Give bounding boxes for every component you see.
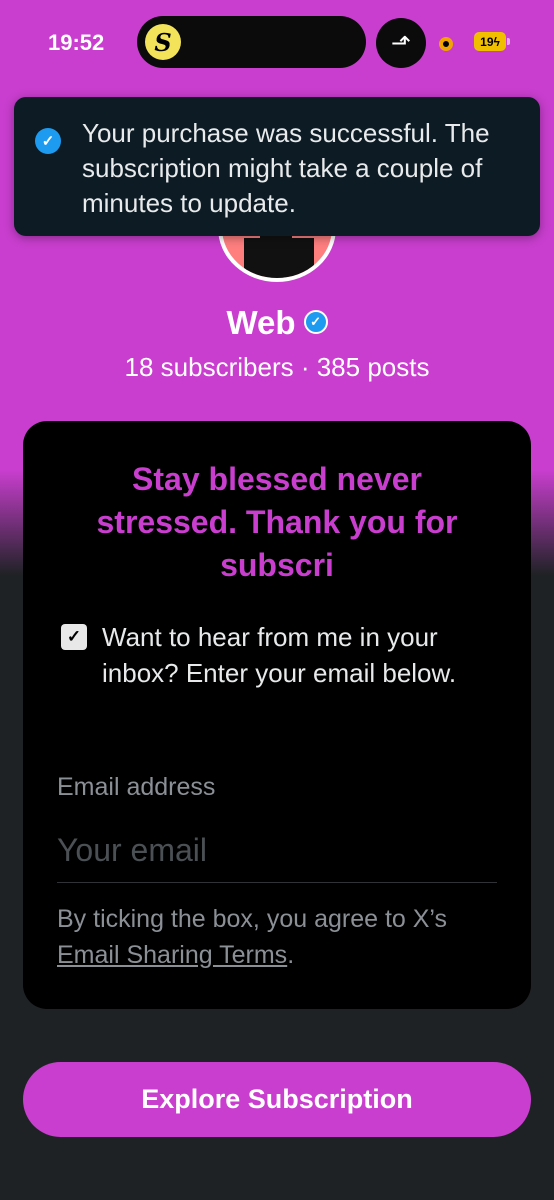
email-sharing-terms-link[interactable]: Email Sharing Terms (57, 941, 287, 969)
terms-prefix: By ticking the box, you agree to X’s (57, 905, 448, 933)
purchase-success-toast[interactable]: ✓ Your purchase was successful. The subs… (14, 97, 540, 236)
charging-bolt-icon: ϟ (493, 34, 500, 49)
email-optin-checkbox[interactable]: ✓ (61, 624, 87, 650)
profile-name: Web ✓ (0, 304, 554, 342)
battery-tip (507, 38, 510, 45)
explore-subscription-button[interactable]: Explore Subscription (23, 1062, 531, 1137)
status-bar: 19:52 S ⬏ 19 ϟ (0, 0, 554, 80)
profile-name-text: Web (226, 304, 296, 341)
avatar-figure-body (244, 238, 314, 278)
card-title: Stay blessed never stressed. Thank you f… (96, 461, 458, 583)
subscription-card: Stay blessed never stressed. Thank you f… (23, 421, 531, 1009)
email-field-label: Email address (57, 773, 216, 801)
recording-dot-icon (439, 37, 453, 51)
dynamic-island[interactable]: S (137, 16, 366, 68)
status-time: 19:52 (48, 30, 105, 55)
email-field[interactable] (57, 819, 497, 883)
profile-stats: 18 subscribers · 385 posts (124, 352, 430, 382)
route-arrow-icon[interactable]: ⬏ (376, 18, 426, 68)
terms-text: By ticking the box, you agree to X’s Ema… (57, 901, 497, 973)
battery-icon: 19 ϟ (474, 32, 506, 51)
toast-message: Your purchase was successful. The subscr… (82, 118, 490, 218)
verified-badge-icon: ✓ (303, 310, 328, 335)
battery-level: 19 (480, 34, 494, 49)
check-circle-icon: ✓ (35, 128, 61, 154)
s-logo-icon[interactable]: S (145, 24, 181, 60)
terms-suffix: . (287, 941, 295, 969)
email-optin-label[interactable]: Want to hear from me in your inbox? Ente… (102, 619, 512, 691)
